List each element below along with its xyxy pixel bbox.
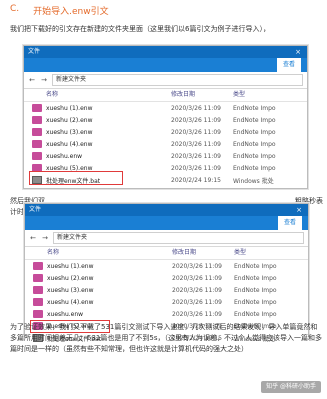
window-titlebar: 文件 × <box>24 46 307 58</box>
conclusion-paragraph: 为了验证效果，我们又下载了531篇引文测试下导入速度，几次测试后的结果发现，导入… <box>10 323 322 353</box>
address-bar: ← → 新建文件夹 <box>24 72 307 89</box>
enw-file-icon <box>32 140 42 148</box>
column-header: 名称 修改日期 类型 <box>25 247 308 260</box>
file-type: EndNote Impo <box>233 152 276 160</box>
file-row[interactable]: xueshu (2).enw 2020/3/26 11:09 EndNote Imp… <box>24 114 307 126</box>
enw-file-icon <box>33 298 43 306</box>
forward-arrow-icon[interactable]: → <box>41 234 49 242</box>
window-title: 文件 <box>29 206 42 213</box>
close-icon[interactable]: × <box>289 46 307 58</box>
explorer-screenshot-2: 文件 × 查看 ← → 新建文件夹 名称 修改日期 类型 xueshu (1).… <box>24 203 309 344</box>
enw-file-icon <box>32 116 42 124</box>
file-row[interactable]: xueshu.enw 2020/3/26 11:09 EndNote Impo <box>25 308 308 320</box>
file-type: EndNote Impo <box>233 128 276 136</box>
enw-file-icon <box>33 310 43 318</box>
file-row[interactable]: xueshu (1).enw 2020/3/26 11:09 EndNote Imp… <box>24 102 307 114</box>
file-row[interactable]: xueshu (1).enw 2020/3/26 11:09 EndNote Imp… <box>25 260 308 272</box>
file-type: EndNote Impo <box>233 116 276 124</box>
path-input[interactable]: 新建文件夹 <box>53 232 304 244</box>
file-date: 2020/3/26 11:09 <box>171 140 221 148</box>
column-type[interactable]: 类型 <box>233 89 307 101</box>
file-name: xueshu (1).enw <box>47 262 94 270</box>
ribbon-tabbar: 查看 <box>24 58 307 72</box>
back-arrow-icon[interactable]: ← <box>29 234 37 242</box>
section-heading: C. 开始导入.enw引文 <box>10 4 109 18</box>
file-row[interactable]: xueshu (4).enw 2020/3/26 11:09 EndNote Imp… <box>25 296 308 308</box>
file-name: xueshu.enw <box>46 152 83 160</box>
file-date: 2020/3/26 11:09 <box>171 164 221 172</box>
file-row[interactable]: xueshu.enw 2020/3/26 11:09 EndNote Impo <box>24 150 307 162</box>
highlight-box <box>29 171 123 185</box>
file-type: EndNote Impo <box>233 140 276 148</box>
file-name: xueshu (2).enw <box>46 116 93 124</box>
file-name: xueshu (2).enw <box>47 274 94 282</box>
file-type: Windows 批处 <box>233 177 274 185</box>
file-type: EndNote Impo <box>234 274 277 282</box>
file-date: 2020/3/26 11:09 <box>172 310 222 318</box>
file-name: xueshu (3).enw <box>47 286 94 294</box>
forward-arrow-icon[interactable]: → <box>40 76 48 84</box>
file-type: EndNote Impo <box>233 164 276 172</box>
file-date: 2020/3/26 11:09 <box>171 116 221 124</box>
enw-file-icon <box>33 262 43 270</box>
ribbon-tabbar: 查看 <box>25 216 308 230</box>
file-date: 2020/3/26 11:09 <box>171 104 221 112</box>
file-date: 2020/3/26 11:09 <box>172 274 222 282</box>
watermark: 知乎 @科研小助手 <box>261 381 321 393</box>
enw-file-icon <box>32 152 42 160</box>
column-date[interactable]: 修改日期 <box>172 247 234 259</box>
enw-file-icon <box>32 104 42 112</box>
explorer-screenshot-1: 文件 × 查看 ← → 新建文件夹 名称 修改日期 类型 xueshu (1).… <box>23 45 308 189</box>
enw-file-icon <box>33 274 43 282</box>
address-bar: ← → 新建文件夹 <box>25 230 308 247</box>
enw-file-icon <box>33 286 43 294</box>
tab-view[interactable]: 查看 <box>276 58 301 72</box>
column-name[interactable]: 名称 <box>46 89 171 101</box>
section-title: 开始导入.enw引文 <box>33 7 109 17</box>
file-name: xueshu (4).enw <box>46 140 93 148</box>
file-row[interactable]: xueshu (4).enw 2020/3/26 11:09 EndNote Imp… <box>24 138 307 150</box>
column-date[interactable]: 修改日期 <box>171 89 233 101</box>
file-row[interactable]: xueshu (2).enw 2020/3/26 11:09 EndNote Imp… <box>25 272 308 284</box>
section-letter: C. <box>10 4 20 14</box>
file-type: EndNote Impo <box>234 262 277 270</box>
file-type: EndNote Impo <box>233 104 276 112</box>
file-name: xueshu (4).enw <box>47 298 94 306</box>
enw-file-icon <box>32 128 42 136</box>
file-date: 2020/3/26 11:09 <box>171 128 221 136</box>
tab-view[interactable]: 查看 <box>277 216 302 230</box>
file-name: xueshu.enw <box>47 310 84 318</box>
file-date: 2020/3/26 11:09 <box>171 152 221 160</box>
column-type[interactable]: 类型 <box>234 247 308 259</box>
file-date: 2020/3/26 11:09 <box>172 286 222 294</box>
file-row[interactable]: xueshu (3).enw 2020/3/26 11:09 EndNote Imp… <box>25 284 308 296</box>
column-header: 名称 修改日期 类型 <box>24 89 307 102</box>
back-arrow-icon[interactable]: ← <box>28 76 36 84</box>
path-input[interactable]: 新建文件夹 <box>52 74 303 86</box>
file-name: xueshu (1).enw <box>46 104 93 112</box>
close-icon[interactable]: × <box>290 204 308 216</box>
file-type: EndNote Impo <box>234 298 277 306</box>
file-date: 2020/3/26 11:09 <box>172 262 222 270</box>
file-date: 2020/2/24 19:15 <box>171 176 221 184</box>
file-type: EndNote Impo <box>234 310 277 318</box>
column-name[interactable]: 名称 <box>47 247 172 259</box>
file-name: xueshu (3).enw <box>46 128 93 136</box>
window-title: 文件 <box>28 48 41 55</box>
intro-paragraph: 我们把下载好的引文存在新建的文件夹里面（这里我们以6篇引文为例子进行导入）， <box>10 25 270 33</box>
window-titlebar: 文件 × <box>25 204 308 216</box>
file-row[interactable]: xueshu (3).enw 2020/3/26 11:09 EndNote Imp… <box>24 126 307 138</box>
file-date: 2020/3/26 11:09 <box>172 298 222 306</box>
file-type: EndNote Impo <box>234 286 277 294</box>
